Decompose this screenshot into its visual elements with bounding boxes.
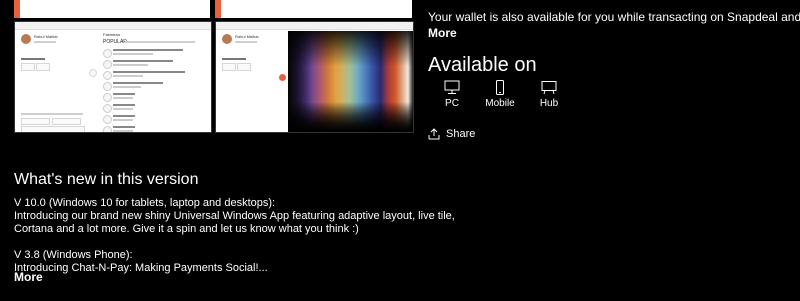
avatar (222, 34, 232, 44)
whats-new-line: V 10.0 (Windows 10 for tablets, laptop a… (14, 197, 276, 209)
screenshot-2-username: Rahul Malhar (235, 34, 259, 39)
screenshot-2[interactable]: Rahul Malhar (215, 21, 414, 133)
screenshot-2-titlebar (216, 22, 413, 30)
pc-icon (444, 80, 460, 94)
platform-mobile: Mobile (472, 80, 528, 109)
screenshot-thumbnail-top-left[interactable] (14, 0, 210, 18)
avatar (21, 34, 31, 44)
screenshot-thumbnail-top-right[interactable] (215, 0, 412, 18)
screenshot-2-profile-panel: Rahul Malhar (220, 32, 286, 132)
share-button[interactable]: Share (428, 128, 475, 140)
screenshot-1[interactable]: Rahul Malhar Fastnews POPULAR (14, 21, 212, 133)
screenshot-1-username: Rahul Malhar (34, 34, 58, 39)
screenshot-1-list: Fastnews POPULAR (103, 32, 209, 132)
whats-new-more-link[interactable]: More (14, 270, 43, 284)
whats-new-line: Introducing our brand new shiny Universa… (14, 210, 455, 222)
screenshot-1-tab: POPULAR (103, 39, 127, 45)
available-on-heading: Available on (428, 54, 537, 76)
whats-new-body: V 10.0 (Windows 10 for tablets, laptop a… (14, 197, 534, 275)
app-description: Your wallet is also available for you wh… (428, 10, 800, 24)
platform-mobile-label: Mobile (485, 98, 515, 109)
platform-hub-label: Hub (539, 98, 559, 109)
mobile-icon (496, 80, 504, 95)
platform-list: PC Mobile Hub (428, 80, 658, 110)
description-more-link[interactable]: More (428, 26, 457, 40)
screenshot-2-fab (279, 74, 286, 81)
share-label: Share (446, 128, 476, 140)
screenshot-1-section-label: Fastnews (103, 32, 121, 37)
whats-new-line: V 3.8 (Windows Phone): (14, 249, 133, 261)
share-icon (428, 128, 440, 140)
platform-hub: Hub (521, 80, 577, 109)
screenshot-1-titlebar (15, 22, 211, 30)
whats-new-line: Cortana and a lot more. Give it a spin a… (14, 223, 359, 235)
screenshot-1-profile-panel: Rahul Malhar (19, 32, 87, 132)
whats-new-line: Introducing Chat-N-Pay: Making Payments … (14, 262, 268, 274)
hub-icon (541, 81, 557, 95)
screenshot-2-artwork (288, 31, 413, 132)
whats-new-heading: What's new in this version (14, 171, 199, 188)
